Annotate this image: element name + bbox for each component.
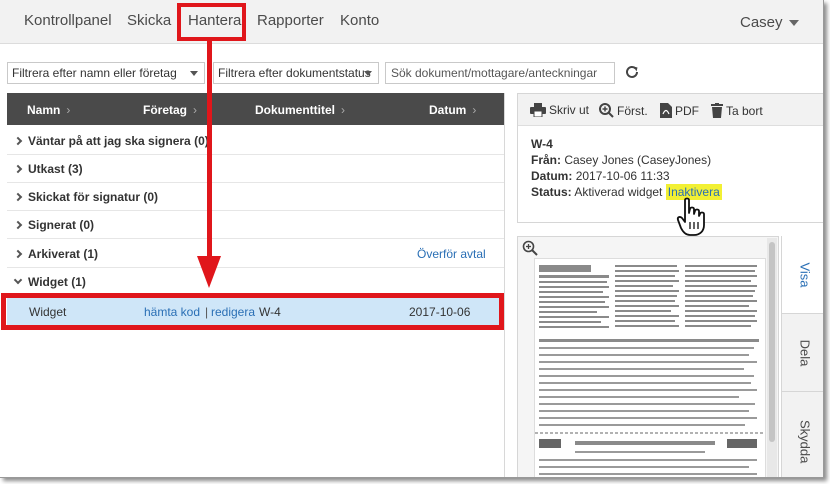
from-label: Från: [531,153,561,167]
group-archived[interactable]: Arkiverat (1) Överför avtal [7,240,504,268]
chevron-down-icon [13,275,23,285]
group-waiting[interactable]: Väntar på att jag ska signera (0) [7,127,504,155]
group-label: Widget (1) [28,275,86,289]
column-header-name[interactable]: Namn › [27,103,70,117]
column-label: Dokumenttitel [255,103,336,117]
table-header: Namn › Företag › Dokumenttitel › Datum › [7,93,504,125]
chevron-right-icon [13,249,23,259]
group-label: Signerat (0) [28,218,95,232]
group-label-wrap: Arkiverat (1) [13,247,99,261]
hantera-highlight-box [177,3,246,41]
group-label-wrap: Skickat för signatur (0) [13,190,159,204]
from-value: Casey Jones (CaseyJones) [564,153,712,167]
scrollbar-thumb[interactable] [769,242,775,442]
document-page-thumbnail [534,258,766,477]
transfer-agreement-link[interactable]: Överför avtal [417,247,486,261]
zoom-in-icon [599,103,614,118]
chevron-right-icon [13,192,23,202]
group-widget[interactable]: Widget (1) [7,268,504,296]
details-panel: Skriv ut Först. PDF Ta bort W-4 Från: Ca… [517,93,823,223]
column-header-company[interactable]: Företag › [143,103,197,117]
chevron-right-icon [13,164,23,174]
status-filter-value: Filtrera efter dokumentstatus [218,66,371,80]
preview-scrollbar[interactable] [767,238,777,477]
date-value: 2017-10-06 11:33 [575,169,670,183]
tab-skydda[interactable]: Skydda [781,392,823,477]
search-input[interactable]: Sök dokument/mottagare/anteckningar [385,62,615,84]
group-label-wrap: Widget (1) [13,275,86,289]
status-value: Aktiverad widget [574,185,663,199]
group-label: Utkast (3) [28,162,83,176]
nav-kontrollpanel[interactable]: Kontrollpanel [24,12,112,29]
user-menu[interactable]: Casey [740,14,799,31]
trash-icon [711,103,723,118]
group-label-wrap: Utkast (3) [13,162,83,176]
pdf-button[interactable]: PDF [660,103,699,118]
date-label: Datum: [531,169,573,183]
chevron-right-icon: › [472,103,477,117]
group-label-wrap: Signerat (0) [13,218,95,232]
zoom-in-icon[interactable] [522,240,538,256]
tab-dela[interactable]: Dela [781,314,823,392]
name-filter-value: Filtrera efter namn eller företag [12,66,177,80]
column-header-title[interactable]: Dokumenttitel › [255,103,345,117]
print-button[interactable]: Skriv ut [530,103,590,118]
chevron-down-icon [364,71,372,76]
column-label: Företag [143,103,188,117]
chevron-down-icon [788,20,799,27]
app-window: Kontrollpanel Skicka Hantera Rapporter K… [0,0,824,478]
print-label: Skriv ut [549,103,590,117]
delete-label: Ta bort [726,104,763,118]
pdf-label: PDF [675,104,699,118]
group-label-wrap: Väntar på att jag ska signera (0) [13,134,209,148]
tab-label: Visa [797,261,813,288]
group-label: Skickat för signatur (0) [28,190,159,204]
group-drafts[interactable]: Utkast (3) [7,155,504,183]
chevron-down-icon [190,71,198,76]
document-info: W-4 Från: Casey Jones (CaseyJones) Datum… [531,136,722,200]
delete-button[interactable]: Ta bort [711,103,763,118]
column-header-date[interactable]: Datum › [429,103,476,117]
top-nav: Kontrollpanel Skicka Hantera Rapporter K… [0,0,823,44]
chevron-right-icon [13,136,23,146]
nav-skicka[interactable]: Skicka [127,12,171,29]
nav-konto[interactable]: Konto [340,12,379,29]
name-filter-select[interactable]: Filtrera efter namn eller företag [7,62,205,84]
hand-cursor-icon [676,197,705,236]
group-sent[interactable]: Skickat för signatur (0) [7,183,504,211]
nav-rapporter[interactable]: Rapporter [257,12,324,29]
chevron-right-icon [13,220,23,230]
column-label: Namn [27,103,61,117]
chevron-right-icon: › [341,103,346,117]
status-filter-select[interactable]: Filtrera efter dokumentstatus [213,62,379,84]
column-label: Datum [429,103,467,117]
printer-icon [530,103,546,118]
annotation-arrow-shaft [207,41,212,261]
group-signed[interactable]: Signerat (0) [7,211,504,239]
table-divider [504,93,505,477]
chevron-right-icon: › [193,103,198,117]
group-label: Väntar på att jag ska signera (0) [28,134,209,148]
tab-visa[interactable]: Visa [781,236,823,314]
row-highlight-box [1,293,504,330]
zoom-button[interactable]: Först. [599,103,648,118]
chevron-right-icon: › [66,103,71,117]
tab-label: Skydda [797,419,813,463]
details-toolbar: Skriv ut Först. PDF Ta bort [518,94,823,126]
status-label: Status: [531,185,572,199]
user-name: Casey [740,14,783,31]
pdf-icon [660,103,672,118]
tab-label: Dela [797,339,813,366]
refresh-icon[interactable] [624,64,640,80]
group-label: Arkiverat (1) [28,247,99,261]
document-title: W-4 [531,137,553,151]
zoom-label: Först. [617,104,648,118]
w4-form-image [535,265,765,475]
annotation-arrow-head [197,256,221,288]
search-placeholder: Sök dokument/mottagare/anteckningar [391,66,598,80]
